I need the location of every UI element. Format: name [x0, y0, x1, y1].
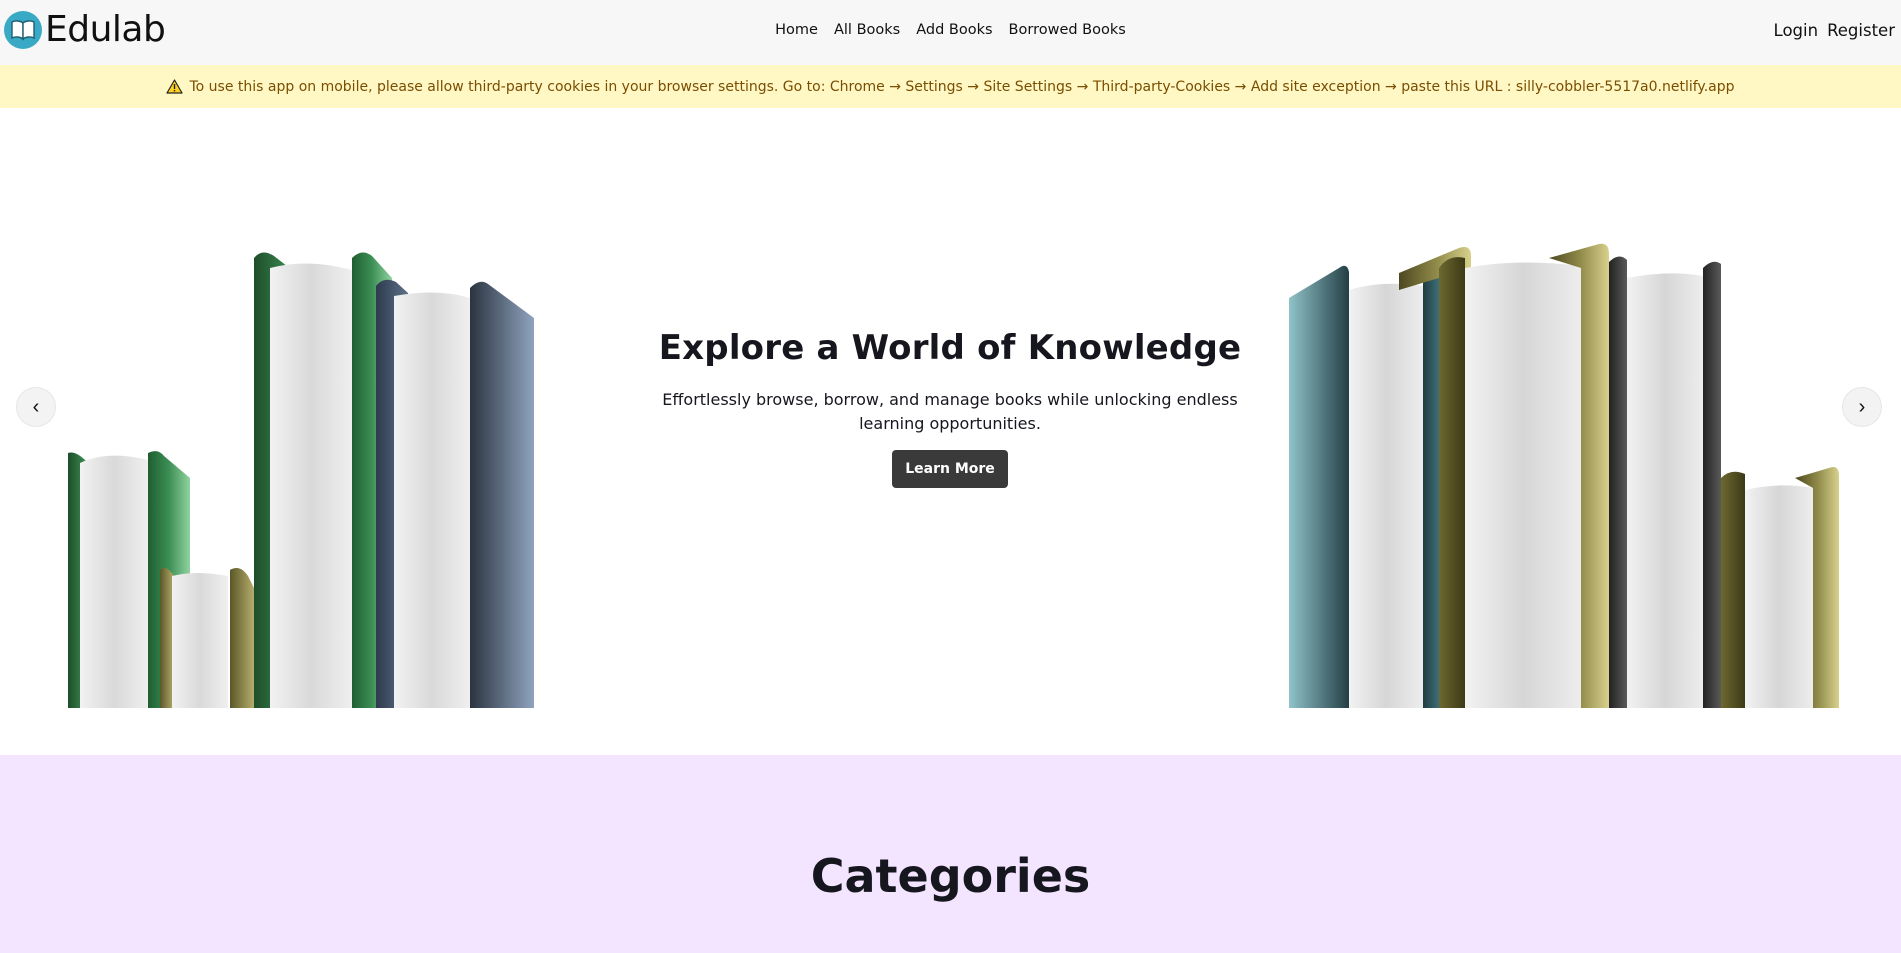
nav-link-all-books[interactable]: All Books	[834, 22, 900, 38]
register-link[interactable]: Register	[1827, 21, 1895, 40]
brand-name: Edulab	[45, 9, 166, 50]
hero-content: Explore a World of Knowledge Effortlessl…	[590, 328, 1310, 488]
categories-section: Categories	[0, 755, 1901, 953]
carousel-next-button[interactable]: ›	[1842, 387, 1882, 427]
cookie-notice-text: To use this app on mobile, please allow …	[189, 78, 1735, 95]
brand-logo-link[interactable]: Edulab	[4, 9, 166, 50]
warning-icon	[166, 79, 184, 94]
navbar: Edulab Home All Books Add Books Borrowed…	[0, 0, 1901, 65]
books-illustration-right	[1289, 243, 1839, 708]
hero-carousel: Explore a World of Knowledge Effortlessl…	[0, 108, 1901, 755]
open-book-icon	[4, 11, 42, 49]
auth-links: Login Register	[1774, 21, 1895, 40]
learn-more-button[interactable]: Learn More	[892, 450, 1008, 488]
books-illustration-left	[68, 252, 534, 708]
main-nav: Home All Books Add Books Borrowed Books	[0, 22, 1901, 38]
nav-link-borrowed-books[interactable]: Borrowed Books	[1009, 22, 1126, 38]
login-link[interactable]: Login	[1774, 21, 1819, 40]
nav-link-add-books[interactable]: Add Books	[916, 22, 992, 38]
hero-title: Explore a World of Knowledge	[658, 328, 1242, 368]
cookie-notice-banner: To use this app on mobile, please allow …	[0, 65, 1901, 108]
carousel-prev-button[interactable]: ‹	[16, 387, 56, 427]
categories-title: Categories	[810, 849, 1091, 903]
nav-link-home[interactable]: Home	[775, 22, 818, 38]
hero-subtitle: Effortlessly browse, borrow, and manage …	[662, 390, 1238, 433]
